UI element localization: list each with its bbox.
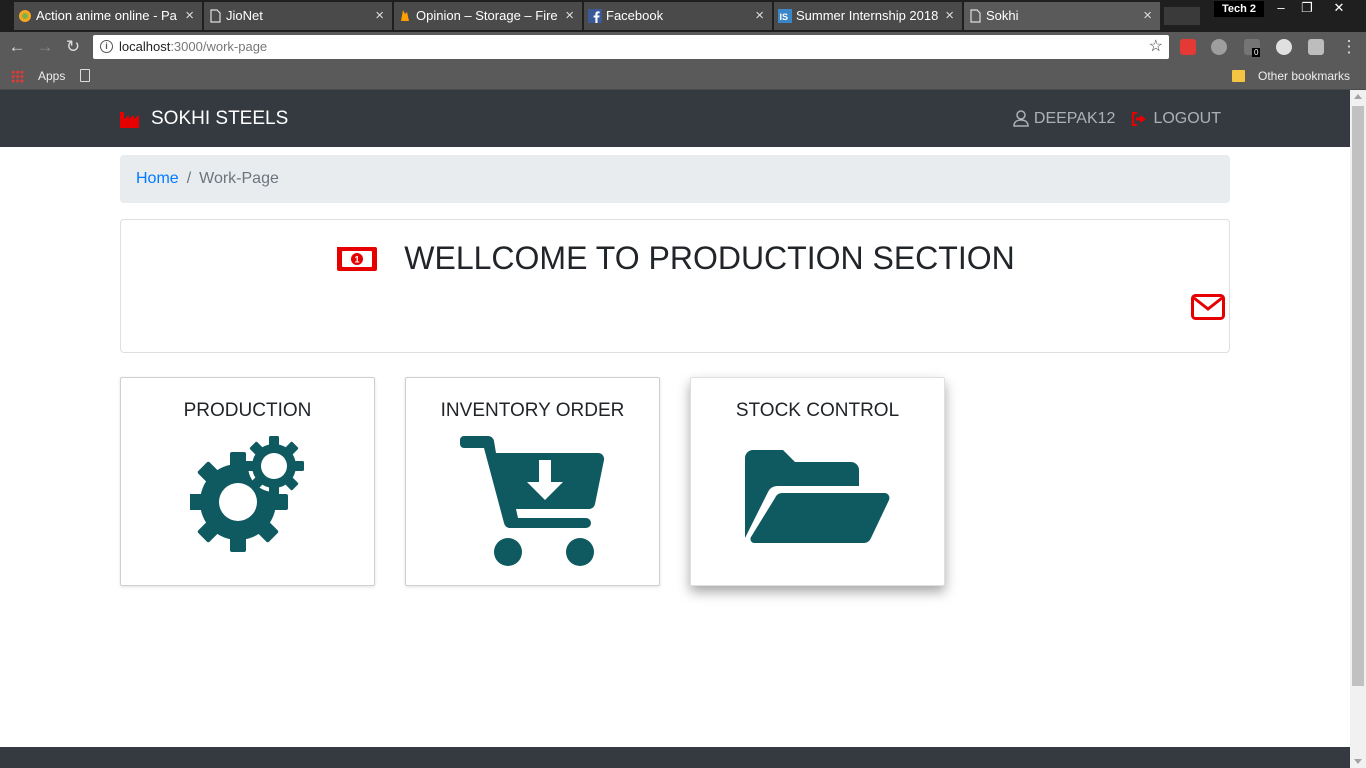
anime-site-favicon xyxy=(19,10,31,22)
back-icon[interactable]: ← xyxy=(6,36,28,58)
extension-icon[interactable] xyxy=(1276,39,1292,55)
close-tab-icon[interactable]: × xyxy=(945,2,954,30)
new-tab-button[interactable] xyxy=(1164,7,1200,25)
folder-icon[interactable] xyxy=(1232,70,1245,82)
extension-icon[interactable] xyxy=(1211,39,1227,55)
card-title: STOCK CONTROL xyxy=(735,400,900,421)
logout-label: LOGOUT xyxy=(1153,109,1221,127)
page-favicon xyxy=(970,9,981,23)
card-icon-wrap xyxy=(121,436,374,552)
extension-icon[interactable] xyxy=(1180,39,1196,55)
tab-title: Summer Internship 2018 xyxy=(796,8,938,23)
web-page: SOKHI STEELS DEEPAK12 LOGOUT Home / Work… xyxy=(0,90,1350,768)
url-text[interactable]: localhost:3000/work-page xyxy=(119,35,267,59)
scroll-up-icon[interactable] xyxy=(1354,94,1362,99)
user-icon xyxy=(1013,110,1029,127)
browser-tab[interactable]: Facebook × xyxy=(584,2,772,30)
tab-title: JioNet xyxy=(226,8,263,23)
chrome-menu-icon[interactable]: ⋮ xyxy=(1338,36,1360,58)
profile-button[interactable]: Tech 2 xyxy=(1214,1,1265,17)
gears-icon xyxy=(189,436,304,552)
address-bar[interactable]: i localhost:3000/work-page ☆ xyxy=(93,35,1169,59)
close-window-icon[interactable]: ✕ xyxy=(1326,0,1352,18)
browser-tab-strip: Action anime online - Pa × JioNet × Opin… xyxy=(0,0,1366,32)
page-footer xyxy=(0,747,1350,768)
welcome-panel: 1 WELLCOME TO PRODUCTION SECTION xyxy=(120,219,1230,353)
tab-title: Facebook xyxy=(606,8,664,23)
stock-control-card[interactable]: STOCK CONTROL xyxy=(690,377,945,586)
svg-text:1: 1 xyxy=(355,254,360,264)
close-tab-icon[interactable]: × xyxy=(755,2,764,30)
navbar-right: DEEPAK12 LOGOUT xyxy=(997,90,1221,147)
envelope-icon[interactable] xyxy=(1191,294,1225,320)
brand[interactable]: SOKHI STEELS xyxy=(120,90,288,147)
internshala-favicon: IS xyxy=(778,9,792,23)
forward-icon[interactable]: → xyxy=(34,36,56,58)
close-tab-icon[interactable]: × xyxy=(565,2,574,30)
other-bookmarks[interactable]: Other bookmarks xyxy=(1258,62,1350,90)
close-tab-icon[interactable]: × xyxy=(375,2,384,30)
svg-text:IS: IS xyxy=(780,12,789,22)
apps-bookmark[interactable]: Apps xyxy=(38,62,65,90)
username: DEEPAK12 xyxy=(1033,109,1116,127)
navbar: SOKHI STEELS DEEPAK12 LOGOUT xyxy=(0,90,1350,147)
inventory-order-card[interactable]: INVENTORY ORDER xyxy=(405,377,660,586)
production-card[interactable]: PRODUCTION xyxy=(120,377,375,586)
tab-title: Sokhi xyxy=(986,8,1019,23)
browser-tab[interactable]: Opinion – Storage – Fireb × xyxy=(394,2,582,30)
apps-grid-icon[interactable] xyxy=(11,70,24,83)
tab-title: Action anime online - Pa xyxy=(36,8,177,23)
browser-tab[interactable]: IS Summer Internship 2018 × xyxy=(774,2,962,30)
close-tab-icon[interactable]: × xyxy=(185,2,194,30)
restore-icon[interactable]: ❐ xyxy=(1294,0,1320,18)
extension-badge: 0 xyxy=(1252,48,1261,57)
card-title: PRODUCTION xyxy=(183,400,312,421)
cart-download-icon xyxy=(459,436,604,566)
breadcrumb-current: Work-Page xyxy=(199,170,279,187)
scroll-down-icon[interactable] xyxy=(1354,759,1362,764)
extension-icon[interactable]: 0 xyxy=(1244,39,1261,57)
browser-tab[interactable]: Action anime online - Pa × xyxy=(14,2,202,30)
card-icon-wrap xyxy=(691,436,944,556)
brand-name: SOKHI STEELS xyxy=(151,107,289,129)
industry-icon xyxy=(120,111,139,128)
welcome-heading: 1 WELLCOME TO PRODUCTION SECTION xyxy=(121,240,1231,277)
reload-icon[interactable]: ↻ xyxy=(62,36,84,58)
page-scrollbar[interactable] xyxy=(1350,90,1366,768)
card-icon-wrap xyxy=(406,436,659,566)
logout-link[interactable]: LOGOUT xyxy=(1131,110,1221,128)
bookmark-star-icon[interactable]: ☆ xyxy=(1149,35,1163,59)
welcome-title: WELLCOME TO PRODUCTION SECTION xyxy=(404,240,1015,276)
scrollbar-thumb[interactable] xyxy=(1352,106,1364,686)
user-link[interactable]: DEEPAK12 xyxy=(1013,109,1116,128)
site-info-icon[interactable]: i xyxy=(100,40,113,53)
minimize-icon[interactable]: – xyxy=(1268,0,1294,18)
page-favicon xyxy=(210,9,221,23)
firebase-favicon xyxy=(401,10,409,21)
page-bookmark-icon[interactable] xyxy=(80,69,90,82)
tab-title: Opinion – Storage – Fireb xyxy=(416,8,558,23)
extension-icon[interactable] xyxy=(1308,39,1324,55)
sign-out-icon xyxy=(1132,111,1147,126)
facebook-favicon xyxy=(588,9,602,23)
browser-toolbar: ← → ↻ i localhost:3000/work-page ☆ 0 ⋮ xyxy=(0,32,1366,62)
close-tab-icon[interactable]: × xyxy=(1143,2,1152,30)
folder-open-icon xyxy=(744,450,889,544)
browser-tab[interactable]: JioNet × xyxy=(204,2,392,30)
breadcrumb-separator: / xyxy=(186,170,192,187)
card-title: INVENTORY ORDER xyxy=(440,400,625,421)
breadcrumb-home[interactable]: Home xyxy=(136,170,179,188)
bookmarks-bar: Apps Other bookmarks xyxy=(0,62,1366,90)
money-bill-icon: 1 xyxy=(337,246,378,271)
browser-tab-active[interactable]: Sokhi × xyxy=(964,2,1160,30)
breadcrumb: Home / Work-Page xyxy=(120,155,1230,203)
